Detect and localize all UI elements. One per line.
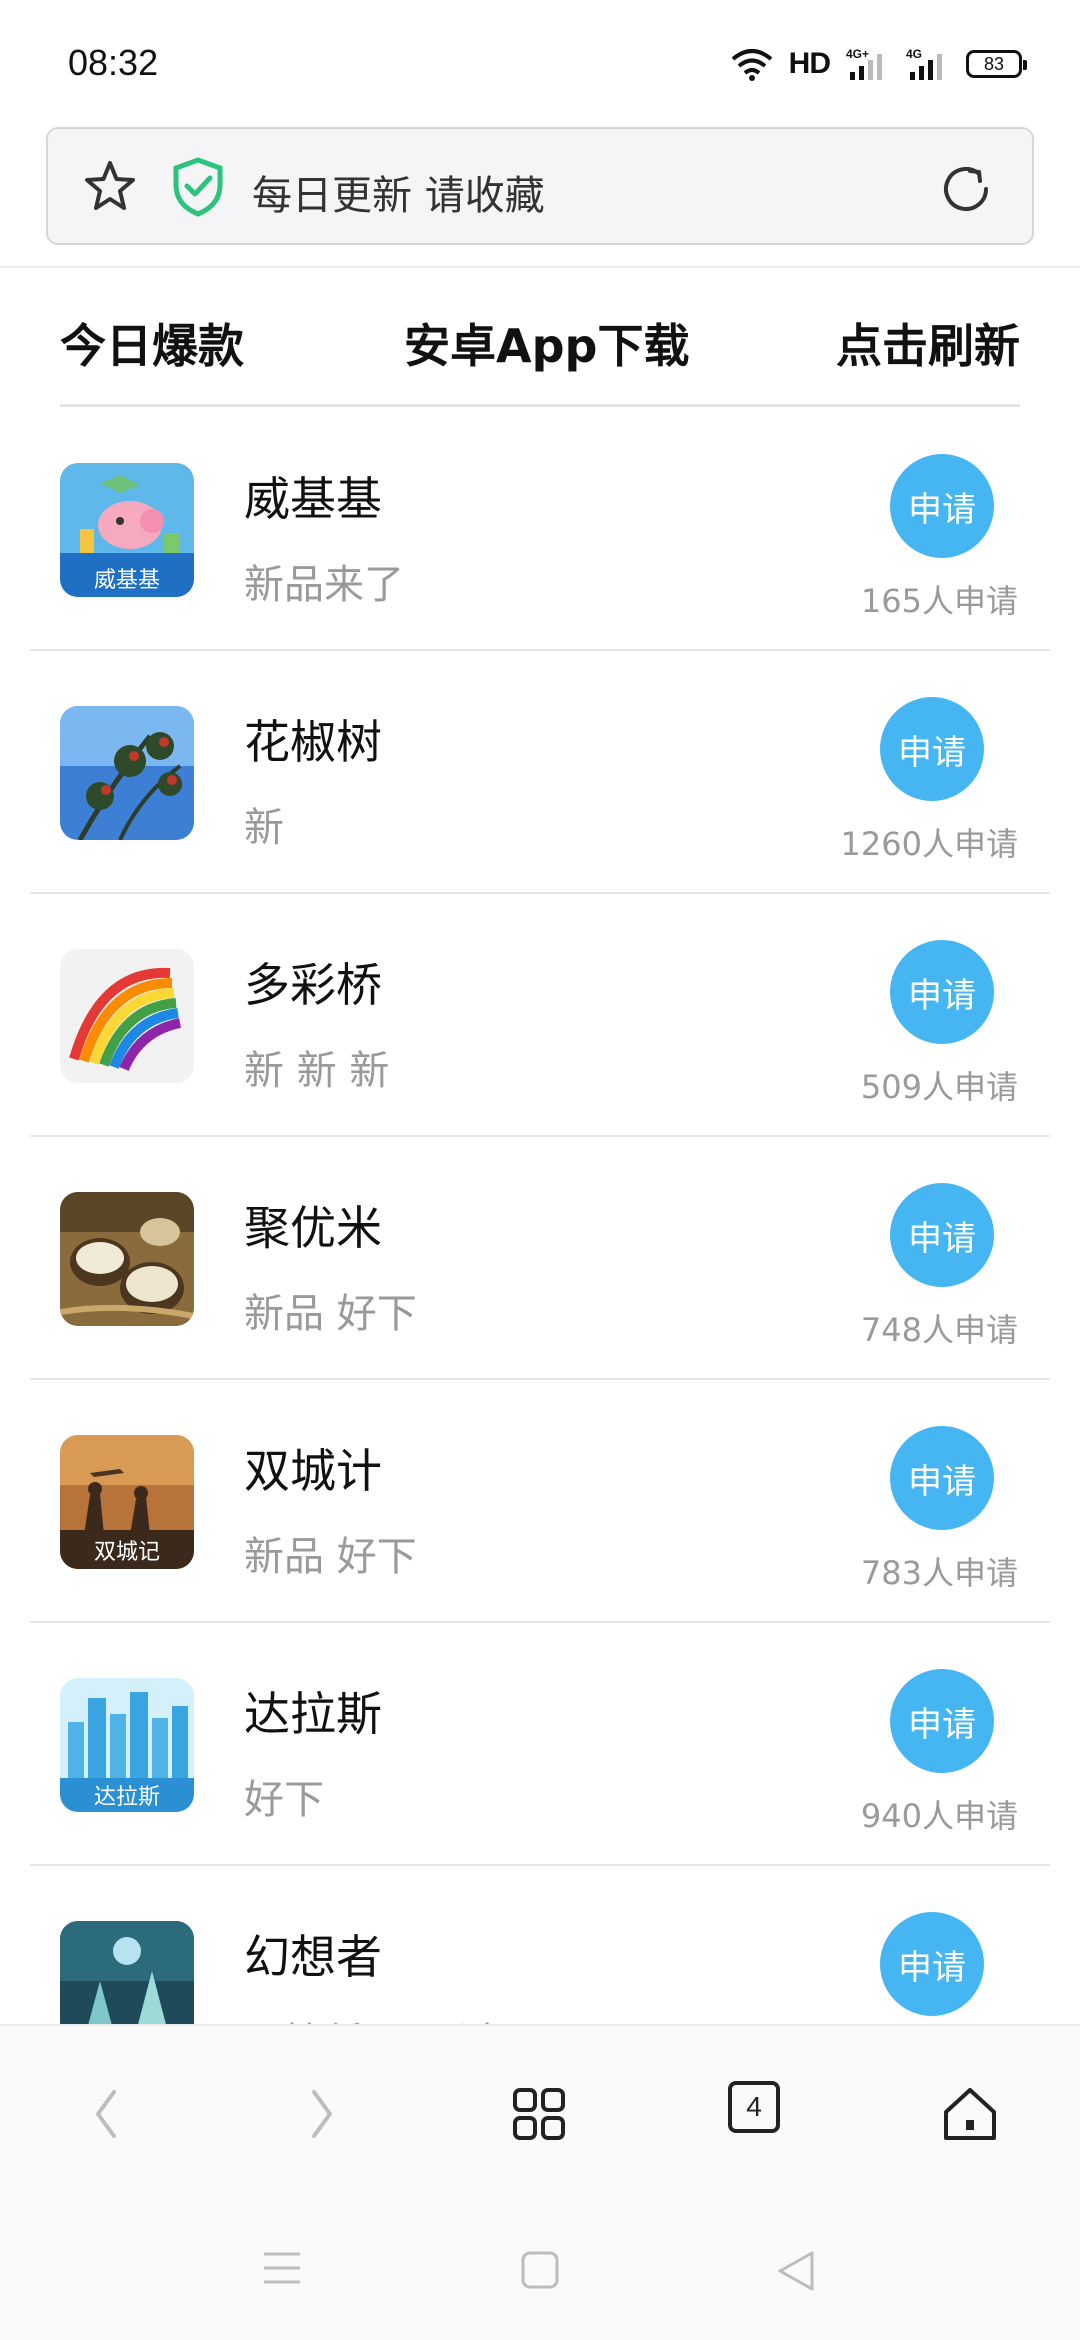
status-time: 08:32 bbox=[68, 42, 159, 83]
tab-android-download[interactable]: 安卓App下载 bbox=[404, 310, 689, 376]
home-icon[interactable] bbox=[930, 2074, 1010, 2154]
status-icons: HD 4G+ 4G 83 bbox=[731, 44, 1027, 84]
signal-icon: 4G bbox=[906, 46, 950, 82]
app-icon-city[interactable]: 达拉斯 bbox=[60, 1678, 194, 1812]
signal1-label: 4G+ bbox=[846, 47, 869, 61]
app-desc: 新 新 新 bbox=[244, 1048, 390, 1094]
back-icon[interactable] bbox=[66, 2074, 146, 2154]
app-desc: 新 bbox=[244, 805, 284, 851]
app-icon-pepper-tree[interactable] bbox=[60, 706, 194, 840]
apply-button[interactable]: 申请 bbox=[890, 1183, 994, 1287]
list-item[interactable]: 花椒树 新 申请 1260人申请 bbox=[0, 651, 1080, 894]
list-item[interactable]: 双城记 双城计 新品 好下 申请 783人申请 bbox=[0, 1380, 1080, 1623]
apply-count: 1260人申请 bbox=[840, 825, 1018, 863]
app-name: 达拉斯 bbox=[244, 1687, 382, 1741]
app-name: 双城计 bbox=[244, 1444, 382, 1498]
app-name: 聚优米 bbox=[244, 1201, 382, 1255]
battery-level: 83 bbox=[983, 53, 1005, 74]
wifi-icon bbox=[731, 47, 773, 81]
apply-button[interactable]: 申请 bbox=[880, 1912, 984, 2016]
app-desc: 新品 好下 bbox=[244, 1534, 417, 1580]
apply-count: 509人申请 bbox=[860, 1068, 1018, 1106]
app-list: 威基基 威基基 新品来了 申请 165人申请 花椒树 新 申请 1260人申请 … bbox=[0, 408, 1080, 2024]
apply-button[interactable]: 申请 bbox=[890, 454, 994, 558]
list-item[interactable]: 幻想者 风控低 易通过 申请 bbox=[0, 1866, 1080, 2024]
app-icon-piggy[interactable]: 威基基 bbox=[60, 463, 194, 597]
home-square-icon[interactable] bbox=[520, 2250, 560, 2294]
app-icon-fantasy[interactable] bbox=[60, 1921, 194, 2024]
app-name: 威基基 bbox=[244, 472, 382, 526]
divider bbox=[60, 404, 1020, 407]
hd-label: HD bbox=[788, 47, 831, 80]
browser-toolbar: 4 bbox=[0, 2024, 1080, 2194]
apply-count: 940人申请 bbox=[860, 1797, 1018, 1835]
tabs-header: 今日爆款 安卓App下载 点击刷新 bbox=[60, 310, 1020, 382]
status-bar: 08:32 HD 4G+ 4G 83 bbox=[0, 0, 1080, 120]
shield-icon bbox=[172, 157, 224, 221]
apply-count: 748人申请 bbox=[860, 1311, 1018, 1349]
svg-text:达拉斯: 达拉斯 bbox=[94, 1785, 160, 1810]
svg-text:双城记: 双城记 bbox=[94, 1540, 160, 1565]
app-desc: 新品 好下 bbox=[244, 1291, 417, 1337]
svg-text:威基基: 威基基 bbox=[94, 568, 160, 593]
back-triangle-icon[interactable] bbox=[776, 2250, 816, 2296]
app-desc: 好下 bbox=[244, 1777, 324, 1823]
address-bar[interactable]: 每日更新 请收藏 bbox=[46, 127, 1034, 245]
star-icon[interactable] bbox=[82, 159, 138, 219]
list-item[interactable]: 聚优米 新品 好下 申请 748人申请 bbox=[0, 1137, 1080, 1380]
app-icon-soldiers[interactable]: 双城记 bbox=[60, 1435, 194, 1569]
apply-count: 783人申请 bbox=[860, 1554, 1018, 1592]
battery-icon: 83 bbox=[966, 50, 1027, 78]
recents-icon[interactable] bbox=[262, 2250, 302, 2290]
apply-count: 165人申请 bbox=[860, 582, 1018, 620]
divider bbox=[0, 266, 1080, 268]
apply-button[interactable]: 申请 bbox=[880, 697, 984, 801]
system-nav-bar bbox=[0, 2194, 1080, 2340]
address-text: 每日更新 请收藏 bbox=[252, 173, 545, 219]
list-item[interactable]: 威基基 威基基 新品来了 申请 165人申请 bbox=[0, 408, 1080, 651]
menu-grid-icon[interactable] bbox=[499, 2074, 579, 2154]
app-icon-rice[interactable] bbox=[60, 1192, 194, 1326]
apply-button[interactable]: 申请 bbox=[890, 940, 994, 1044]
app-name: 幻想者 bbox=[244, 1930, 382, 1984]
refresh-icon[interactable] bbox=[938, 161, 994, 221]
forward-icon[interactable] bbox=[282, 2074, 362, 2154]
tab-today-hot[interactable]: 今日爆款 bbox=[60, 310, 244, 376]
list-item[interactable]: 达拉斯 达拉斯 好下 申请 940人申请 bbox=[0, 1623, 1080, 1866]
app-icon-rainbow[interactable] bbox=[60, 949, 194, 1083]
app-desc: 新品来了 bbox=[244, 562, 404, 608]
tab-refresh[interactable]: 点击刷新 bbox=[836, 310, 1020, 376]
app-name: 多彩桥 bbox=[244, 958, 382, 1012]
list-item[interactable]: 多彩桥 新 新 新 申请 509人申请 bbox=[0, 894, 1080, 1137]
apply-button[interactable]: 申请 bbox=[890, 1669, 994, 1773]
apply-button[interactable]: 申请 bbox=[890, 1426, 994, 1530]
app-name: 花椒树 bbox=[244, 715, 382, 769]
tabs-icon[interactable]: 4 bbox=[728, 2081, 780, 2133]
signal2-label: 4G bbox=[906, 47, 922, 61]
app-desc: 风控低 易通过 bbox=[244, 2010, 497, 2024]
signal-icon: 4G+ bbox=[846, 46, 890, 82]
